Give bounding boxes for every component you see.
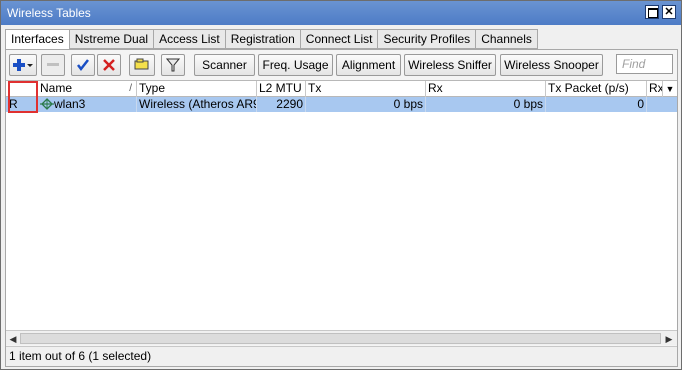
interfaces-table: Name / Type L2 MTU Tx Rx Tx Packet (p/s)… — [6, 80, 677, 330]
filter-button[interactable] — [161, 54, 185, 76]
column-header-flags[interactable] — [6, 81, 38, 97]
comment-button[interactable] — [129, 54, 155, 76]
alignment-button[interactable]: Alignment — [336, 54, 401, 76]
column-header-rx[interactable]: Rx — [426, 81, 546, 97]
row-type: Wireless (Atheros AR9... — [139, 97, 257, 112]
enable-icon — [77, 59, 89, 72]
wireless-snooper-button[interactable]: Wireless Snooper — [500, 54, 603, 76]
column-header-name[interactable]: Name / — [38, 81, 137, 97]
scanner-button[interactable]: Scanner — [194, 54, 255, 76]
maximize-icon[interactable] — [645, 5, 659, 19]
add-icon — [13, 59, 33, 71]
row-rx-packet — [647, 97, 677, 112]
tab-security-profiles[interactable]: Security Profiles — [378, 29, 477, 49]
column-menu-icon[interactable]: ▼ — [663, 81, 677, 97]
add-button[interactable] — [9, 54, 37, 76]
row-name-text: wlan3 — [54, 97, 86, 111]
scroll-right-icon[interactable]: ▶ — [663, 333, 675, 345]
column-header-tx[interactable]: Tx — [306, 81, 426, 97]
toolbar: Scanner Freq. Usage Alignment Wireless S… — [6, 50, 677, 80]
filter-icon — [166, 58, 180, 72]
wireless-tables-window: Wireless Tables ✕ Interfaces Nstreme Dua… — [0, 0, 682, 370]
wireless-sniffer-button[interactable]: Wireless Sniffer — [404, 54, 496, 76]
tab-nstreme-dual[interactable]: Nstreme Dual — [69, 29, 155, 49]
tab-access-list[interactable]: Access List — [154, 29, 226, 49]
freq-usage-button[interactable]: Freq. Usage — [258, 54, 333, 76]
tab-interfaces[interactable]: Interfaces — [5, 29, 70, 50]
row-name: wlan3 — [38, 97, 137, 112]
row-l2-mtu: 2290 — [257, 97, 306, 112]
comment-icon — [134, 58, 149, 70]
horizontal-scrollbar[interactable]: ◀ ▶ — [6, 330, 677, 345]
row-tx-packet: 0 — [546, 97, 647, 112]
scroll-left-icon[interactable]: ◀ — [7, 333, 19, 345]
remove-button[interactable] — [41, 54, 65, 76]
remove-icon — [47, 63, 59, 66]
disable-icon — [103, 59, 115, 71]
column-header-l2-mtu[interactable]: L2 MTU — [257, 81, 306, 97]
interfaces-panel: Scanner Freq. Usage Alignment Wireless S… — [5, 49, 678, 367]
tab-channels[interactable]: Channels — [476, 29, 538, 49]
find-input[interactable]: Find — [616, 54, 673, 74]
sort-indicator: / — [129, 83, 132, 94]
status-bar: 1 item out of 6 (1 selected) — [6, 346, 677, 366]
tab-registration[interactable]: Registration — [225, 29, 301, 49]
window-title: Wireless Tables — [7, 6, 91, 20]
enable-button[interactable] — [71, 54, 95, 76]
table-header: Name / Type L2 MTU Tx Rx Tx Packet (p/s)… — [6, 81, 677, 97]
column-header-tx-packet[interactable]: Tx Packet (p/s) — [546, 81, 647, 97]
row-tx: 0 bps — [306, 97, 426, 112]
wireless-interface-icon — [40, 98, 54, 110]
disable-button[interactable] — [97, 54, 121, 76]
row-flag: R — [6, 97, 38, 112]
column-header-name-label: Name — [40, 81, 73, 95]
column-header-type[interactable]: Type — [137, 81, 257, 97]
scrollbar-thumb[interactable] — [20, 333, 661, 344]
column-header-rx-packet[interactable]: Rx — [647, 81, 663, 97]
tab-connect-list[interactable]: Connect List — [300, 29, 379, 49]
close-icon[interactable]: ✕ — [662, 5, 676, 19]
tab-bar: Interfaces Nstreme Dual Access List Regi… — [5, 29, 538, 50]
table-row[interactable]: R wlan3 Wireless (Atheros AR9... 2290 0 … — [6, 97, 677, 112]
row-rx: 0 bps — [426, 97, 546, 112]
window-titlebar[interactable]: Wireless Tables ✕ — [1, 1, 681, 25]
